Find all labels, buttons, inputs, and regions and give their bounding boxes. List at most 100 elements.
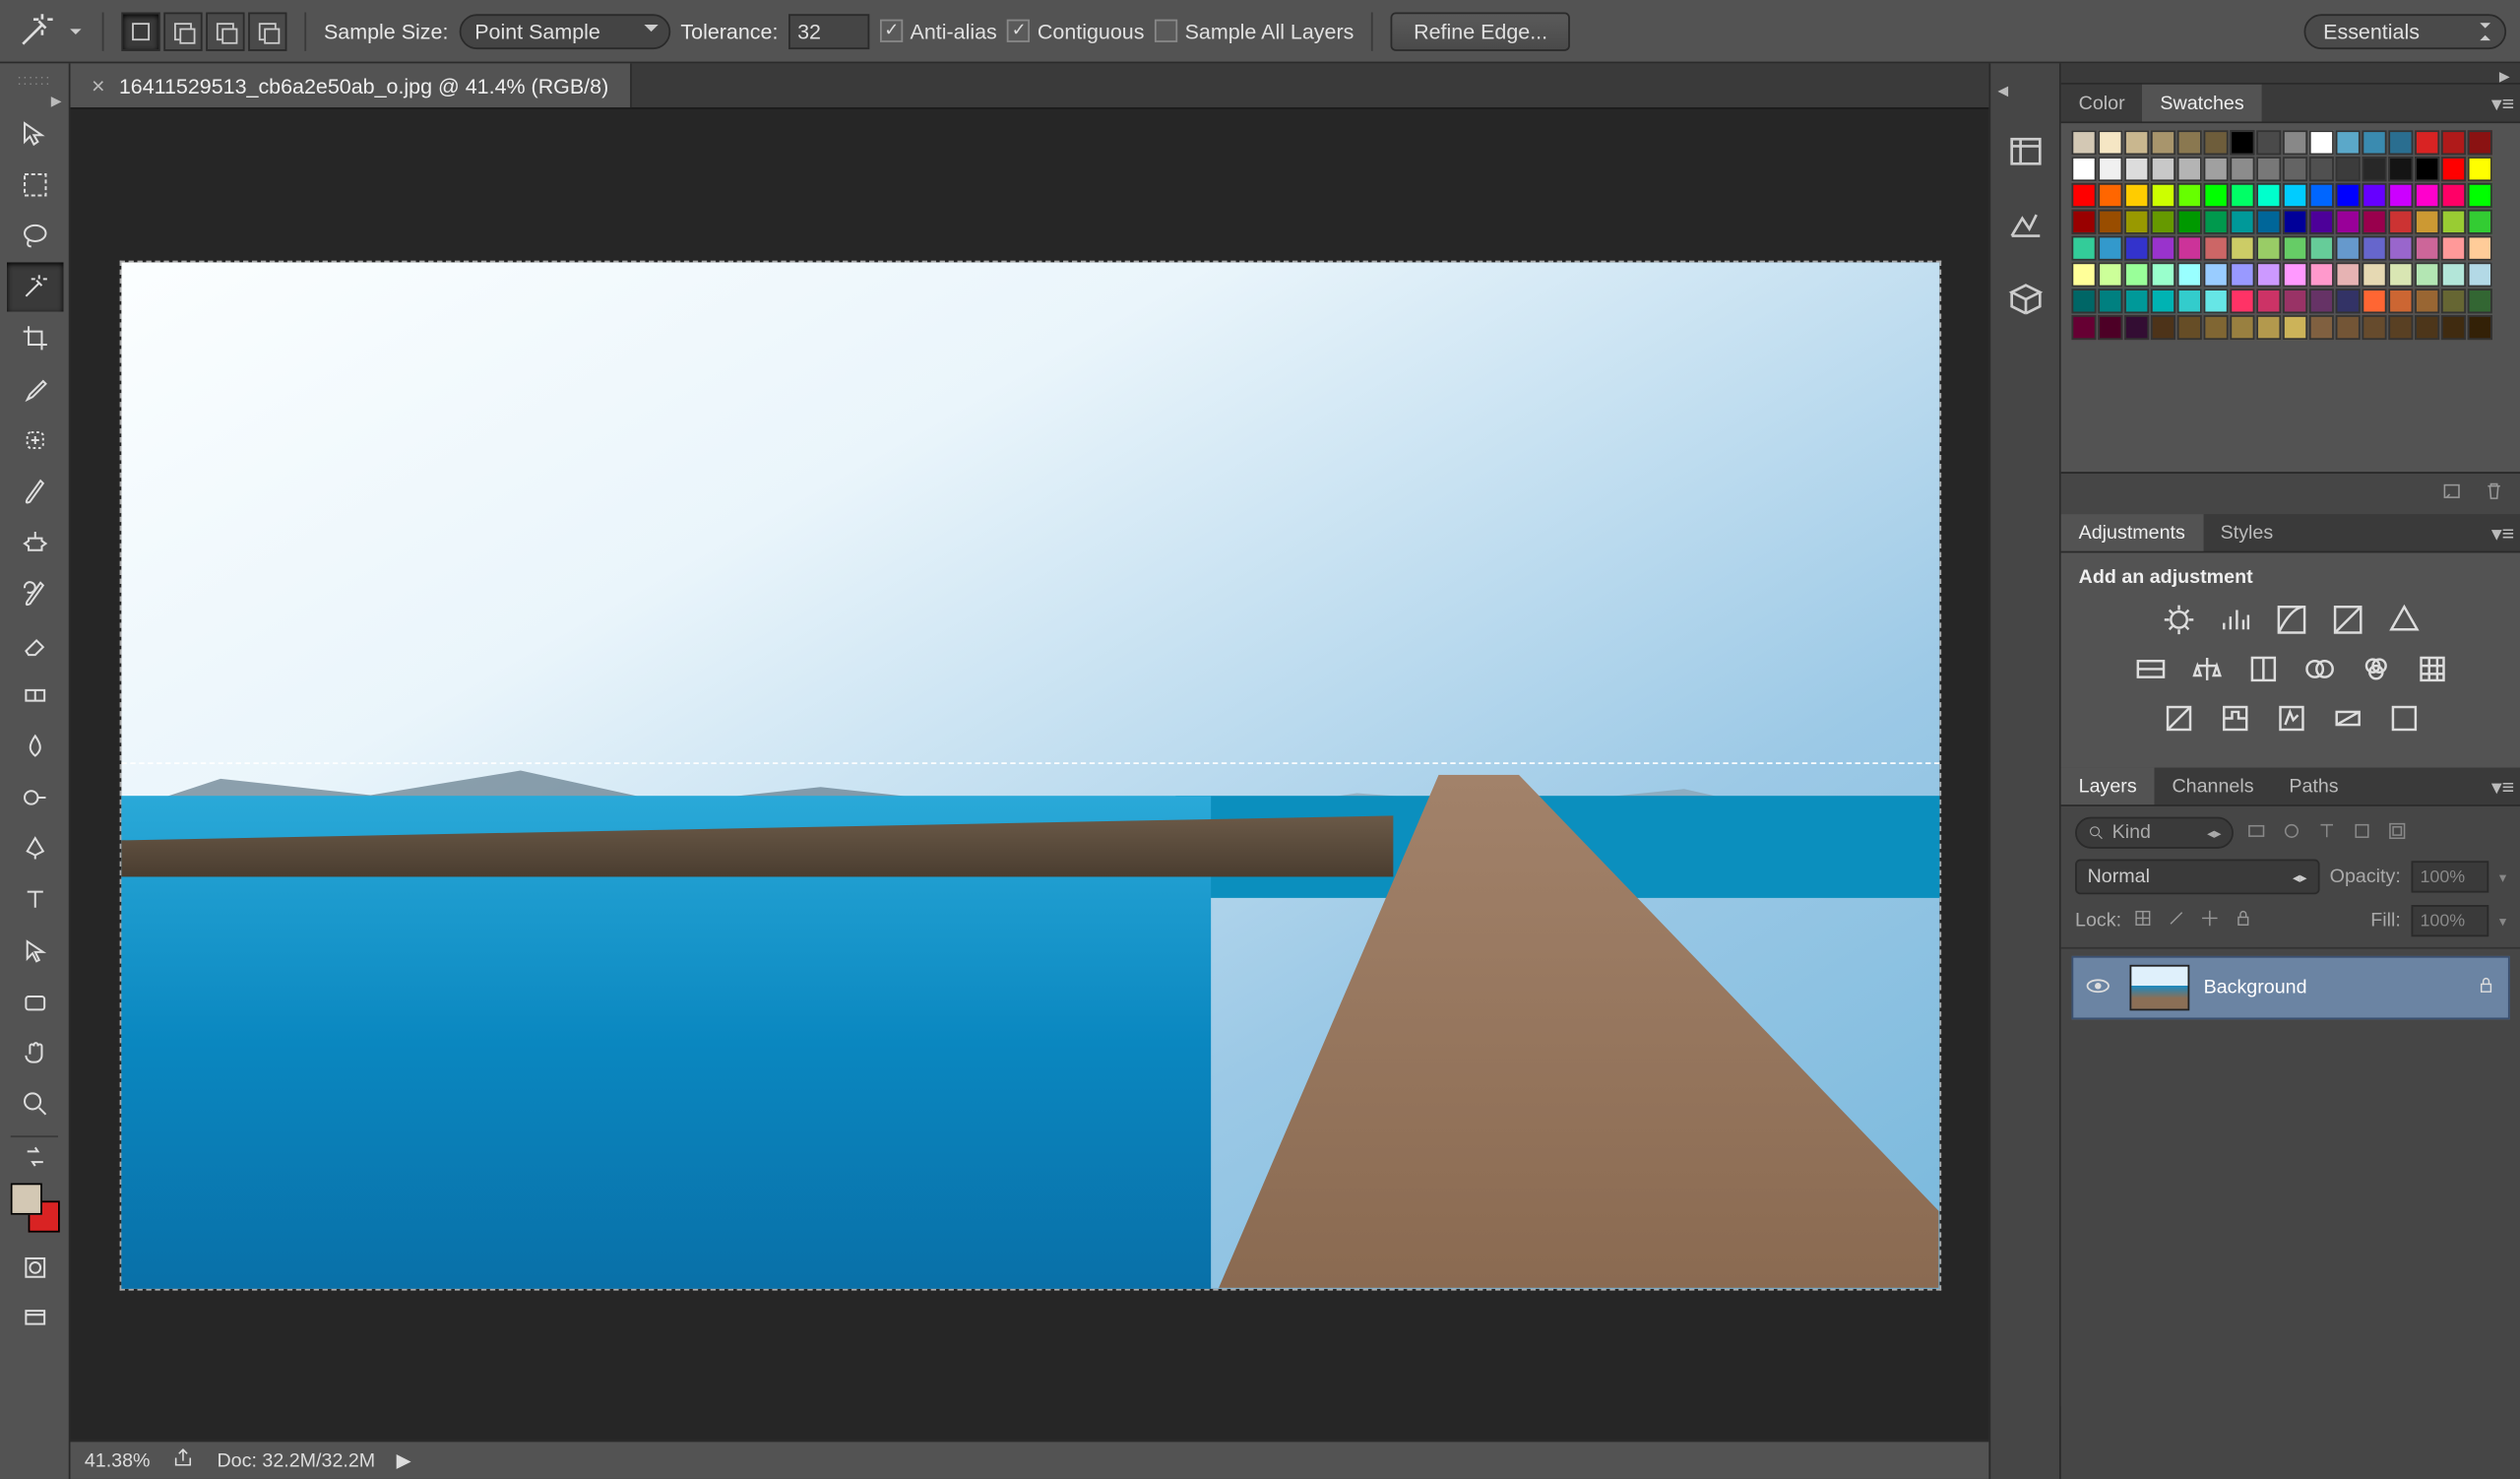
brightness-contrast-icon[interactable] [2159, 602, 2197, 637]
properties-panel-icon[interactable] [2004, 204, 2047, 246]
swatch[interactable] [2362, 315, 2386, 340]
swatch[interactable] [2415, 262, 2439, 287]
history-panel-icon[interactable] [2004, 130, 2047, 172]
swatch[interactable] [2415, 183, 2439, 208]
swatch[interactable] [2362, 289, 2386, 313]
panel-collapse-icon[interactable]: ▸ [2061, 63, 2520, 84]
swatch[interactable] [2256, 210, 2281, 234]
swatch[interactable] [2230, 157, 2254, 181]
swatch[interactable] [2071, 262, 2096, 287]
swatch[interactable] [2362, 183, 2386, 208]
panel-menu-icon[interactable]: ▾≡ [2486, 85, 2520, 122]
swatch[interactable] [2177, 236, 2202, 261]
type-tool[interactable] [6, 875, 62, 925]
filter-pixel-icon[interactable] [2244, 818, 2269, 848]
swatch[interactable] [2415, 289, 2439, 313]
swatch[interactable] [2151, 183, 2175, 208]
new-swatch-icon[interactable] [2439, 479, 2464, 508]
swatch[interactable] [2415, 315, 2439, 340]
shape-tool[interactable] [6, 977, 62, 1026]
swatch[interactable] [2441, 157, 2466, 181]
swatch[interactable] [2468, 315, 2492, 340]
swatch[interactable] [2283, 210, 2307, 234]
swatch[interactable] [2336, 130, 2361, 155]
opacity-dropdown-icon[interactable]: ▾ [2499, 868, 2506, 884]
color-tab[interactable]: Color [2061, 85, 2143, 122]
swatch[interactable] [2204, 157, 2229, 181]
swatch[interactable] [2441, 289, 2466, 313]
tool-preset-dropdown-icon[interactable] [67, 10, 85, 52]
swatch[interactable] [2362, 210, 2386, 234]
swatch[interactable] [2283, 130, 2307, 155]
swatch[interactable] [2283, 157, 2307, 181]
swatch[interactable] [2230, 236, 2254, 261]
swatch[interactable] [2098, 210, 2122, 234]
swatch[interactable] [2204, 315, 2229, 340]
move-tool[interactable] [6, 109, 62, 159]
swatch[interactable] [2071, 183, 2096, 208]
lock-all-icon[interactable] [2233, 907, 2255, 935]
swatch[interactable] [2151, 236, 2175, 261]
swatch[interactable] [2468, 289, 2492, 313]
swatch[interactable] [2071, 210, 2096, 234]
swatches-grid[interactable] [2061, 123, 2520, 472]
swatch[interactable] [2468, 130, 2492, 155]
swatch[interactable] [2362, 236, 2386, 261]
lock-pixels-icon[interactable] [2166, 907, 2188, 935]
swatch[interactable] [2468, 236, 2492, 261]
selective-color-icon[interactable] [2384, 701, 2423, 737]
swatch[interactable] [2230, 210, 2254, 234]
swatch[interactable] [2177, 183, 2202, 208]
swatch[interactable] [2177, 210, 2202, 234]
swatch[interactable] [2071, 315, 2096, 340]
layer-lock-icon[interactable] [2475, 974, 2497, 1002]
swatch[interactable] [2441, 130, 2466, 155]
canvas-viewport[interactable] [71, 109, 1989, 1441]
swatch[interactable] [2283, 315, 2307, 340]
swatch[interactable] [2177, 157, 2202, 181]
swatch[interactable] [2071, 236, 2096, 261]
swatch[interactable] [2177, 315, 2202, 340]
swatch[interactable] [2151, 210, 2175, 234]
swatch[interactable] [2468, 210, 2492, 234]
swatch[interactable] [2415, 236, 2439, 261]
swatch[interactable] [2388, 130, 2413, 155]
channel-mixer-icon[interactable] [2356, 652, 2394, 687]
fill-dropdown-icon[interactable]: ▾ [2499, 913, 2506, 929]
swatch[interactable] [2388, 289, 2413, 313]
swatch[interactable] [2256, 130, 2281, 155]
invert-icon[interactable] [2159, 701, 2197, 737]
swatch[interactable] [2336, 183, 2361, 208]
swatch[interactable] [2468, 183, 2492, 208]
lock-transparency-icon[interactable] [2132, 907, 2155, 935]
swatch[interactable] [2336, 289, 2361, 313]
swatch[interactable] [2283, 289, 2307, 313]
swatch[interactable] [2151, 289, 2175, 313]
panel-menu-icon[interactable]: ▾≡ [2486, 768, 2520, 805]
swatch[interactable] [2336, 210, 2361, 234]
workspace-select[interactable]: Essentials [2303, 13, 2506, 48]
swatch[interactable] [2415, 130, 2439, 155]
swatch[interactable] [2124, 289, 2149, 313]
refine-edge-button[interactable]: Refine Edge... [1391, 12, 1570, 50]
swatch[interactable] [2256, 183, 2281, 208]
swatch[interactable] [2362, 262, 2386, 287]
document-tab[interactable]: × 16411529513_cb6a2e50ab_o.jpg @ 41.4% (… [71, 63, 632, 107]
swatch[interactable] [2230, 130, 2254, 155]
sample-size-select[interactable]: Point Sample [459, 13, 670, 48]
swatch[interactable] [2098, 262, 2122, 287]
doc-info-arrow-icon[interactable]: ▶ [397, 1449, 411, 1472]
foreground-color[interactable] [10, 1184, 41, 1215]
color-swatches[interactable] [10, 1184, 59, 1233]
delete-swatch-icon[interactable] [2482, 479, 2506, 508]
swatch[interactable] [2283, 183, 2307, 208]
gradient-tool[interactable] [6, 671, 62, 720]
anti-alias-checkbox[interactable]: ✓Anti-alias [880, 19, 997, 43]
swatch[interactable] [2071, 289, 2096, 313]
vibrance-icon[interactable] [2384, 602, 2423, 637]
clone-stamp-tool[interactable] [6, 518, 62, 567]
sample-all-layers-checkbox[interactable]: Sample All Layers [1155, 19, 1354, 43]
swatch[interactable] [2336, 262, 2361, 287]
curves-icon[interactable] [2271, 602, 2309, 637]
tolerance-input[interactable] [788, 13, 869, 48]
